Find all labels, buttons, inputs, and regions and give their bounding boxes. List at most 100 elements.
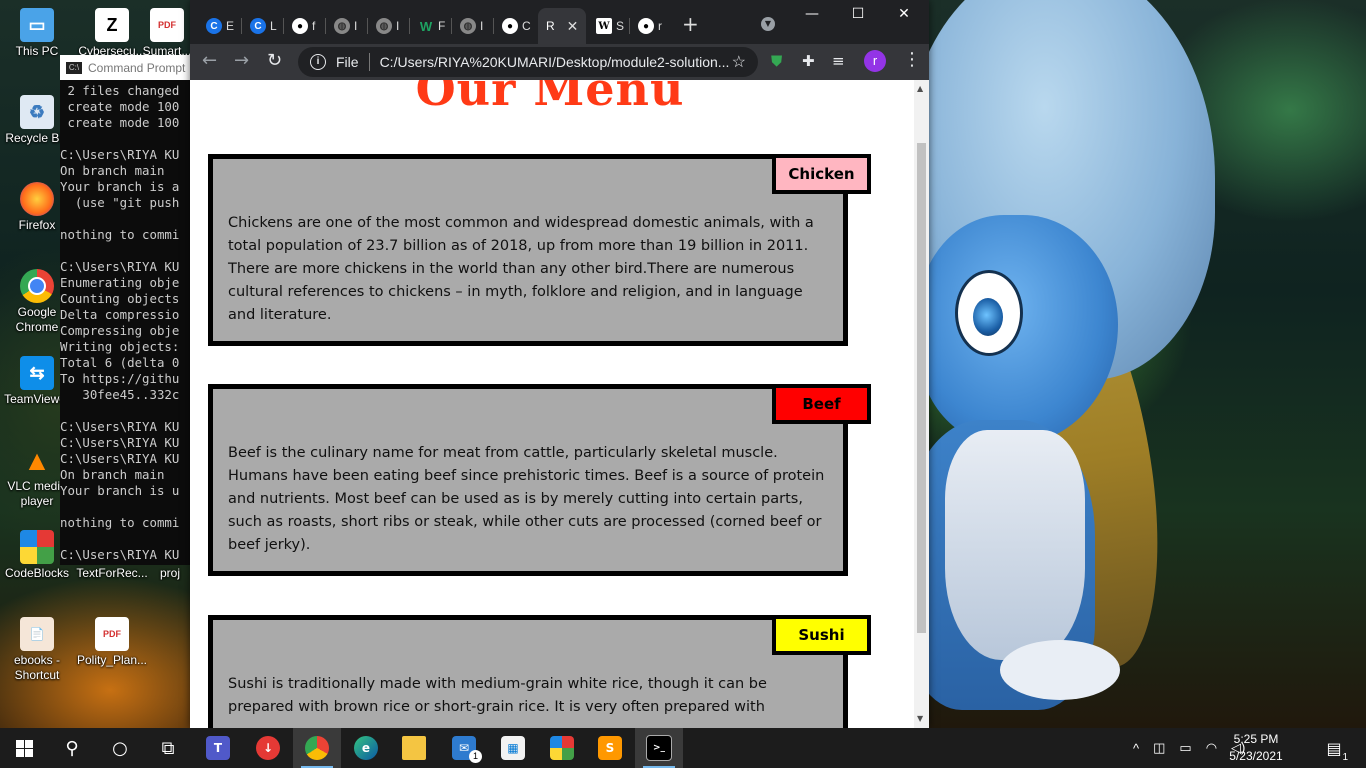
- maximize-icon[interactable]: ☐: [835, 6, 881, 22]
- globe-icon: ◍: [376, 18, 392, 34]
- taskbar-app-download[interactable]: ↓: [244, 728, 292, 768]
- taskbar-app-terminal[interactable]: >_: [635, 728, 683, 768]
- clock-date: 5/23/2021: [1229, 749, 1283, 763]
- chevron-up-icon[interactable]: ^: [1133, 741, 1139, 756]
- scrollbar-thumb[interactable]: [917, 143, 926, 633]
- scroll-down-icon[interactable]: ▼: [917, 714, 923, 723]
- battery-icon[interactable]: ▭: [1179, 740, 1191, 756]
- extensions-puzzle-icon[interactable]: ✚: [802, 52, 815, 70]
- edge-icon: e: [354, 736, 378, 760]
- download-icon: ↓: [256, 736, 280, 760]
- cortana-button[interactable]: ○: [96, 728, 144, 768]
- tab-4[interactable]: ◍ I: [326, 8, 368, 44]
- desktop-icon-this-pc[interactable]: ▭ This PC: [0, 8, 74, 59]
- new-tab-icon[interactable]: +: [682, 12, 699, 36]
- pdf-icon: PDF: [150, 8, 184, 42]
- back-icon[interactable]: ←: [202, 50, 217, 71]
- wallpaper-smurfette-iris: [973, 298, 1003, 336]
- desktop-icon-label: Polity_Plan...: [76, 653, 148, 667]
- globe-icon: ◍: [334, 18, 350, 34]
- tab-3[interactable]: ● f: [284, 8, 326, 44]
- command-prompt-line: Counting objects: [60, 291, 180, 306]
- browser-toolbar: ← → ↻ i File C:/Users/RIYA%20KUMARI/Desk…: [190, 44, 929, 80]
- command-prompt-line: C:\Users\RIYA KU: [60, 147, 180, 162]
- tab-2[interactable]: C L: [242, 8, 284, 44]
- taskbar-app-chrome[interactable]: [293, 728, 341, 768]
- desktop-icon-ebooks[interactable]: 📄 ebooks - Shortcut: [0, 617, 74, 683]
- info-icon[interactable]: i: [310, 54, 326, 70]
- wallpaper-smurfette-dress: [945, 430, 1085, 660]
- tab-title: L: [270, 19, 277, 33]
- taskbar-app-sublime[interactable]: S: [586, 728, 634, 768]
- menu-card-label: Beef: [772, 384, 871, 424]
- minimize-icon[interactable]: —: [789, 6, 835, 22]
- taskbar-app-file-explorer[interactable]: [390, 728, 438, 768]
- command-prompt-line: Compressing obje: [60, 323, 180, 338]
- command-prompt-line: [60, 211, 200, 227]
- taskbar-app-store[interactable]: ▦: [489, 728, 537, 768]
- task-view-button[interactable]: ⧉: [144, 728, 192, 768]
- taskbar-app-office[interactable]: [538, 728, 586, 768]
- bookmark-star-icon[interactable]: ☆: [732, 52, 746, 72]
- tab-7[interactable]: ◍ I: [452, 8, 494, 44]
- command-prompt-line: [60, 131, 200, 147]
- taskbar-app-teams[interactable]: T: [194, 728, 242, 768]
- browser-window[interactable]: C E C L ● f ◍ I ◍ I W F ◍ I ● C R ✕ W S …: [190, 0, 929, 728]
- tab-title: r: [658, 19, 662, 33]
- page-viewport[interactable]: Our Menu Chicken Chickens are one of the…: [190, 80, 929, 728]
- menu-card-text: Beef is the culinary name for meat from …: [228, 445, 825, 553]
- vlc-icon: ▲: [23, 444, 51, 476]
- c-icon: C: [250, 18, 266, 34]
- command-prompt-line: Total 6 (delta 0: [60, 355, 180, 370]
- forward-icon[interactable]: →: [234, 50, 249, 71]
- tab-title: I: [480, 19, 484, 33]
- shield-extension-icon[interactable]: ⛊: [771, 52, 782, 70]
- command-prompt-line: (use "git push: [60, 195, 180, 210]
- taskbar-app-mail[interactable]: ✉ 1: [440, 728, 488, 768]
- shortcut-icon: 📄: [20, 617, 54, 651]
- command-prompt-line: Enumerating obje: [60, 275, 180, 290]
- command-prompt-line: Your branch is u: [60, 483, 180, 498]
- tab-10[interactable]: W S: [588, 8, 630, 44]
- terminal-icon: C:\: [66, 61, 82, 74]
- github-icon: ●: [638, 18, 654, 34]
- desktop-icon-polity[interactable]: PDF Polity_Plan...: [75, 617, 149, 668]
- close-tab-icon[interactable]: ✕: [567, 18, 579, 35]
- search-button[interactable]: ⚲: [48, 728, 96, 768]
- profile-avatar[interactable]: r: [864, 50, 886, 72]
- clock[interactable]: 5:25 PM 5/23/2021: [1226, 731, 1286, 765]
- tab-5[interactable]: ◍ I: [368, 8, 410, 44]
- reload-icon[interactable]: ↻: [267, 50, 282, 71]
- tab-active[interactable]: R ✕: [538, 8, 586, 44]
- notification-center[interactable]: ▤ 1: [1310, 728, 1358, 768]
- meet-now-icon[interactable]: ◫: [1153, 740, 1165, 756]
- teamviewer-icon: ⇆: [20, 356, 54, 390]
- desktop-icon-label: ebooks - Shortcut: [13, 653, 61, 682]
- globe-icon: ◍: [460, 18, 476, 34]
- desktop-icon-cybersecurity[interactable]: Z Cybersecu...: [75, 8, 149, 59]
- command-prompt-line: C:\Users\RIYA KU: [60, 547, 180, 562]
- close-window-icon[interactable]: ✕: [881, 6, 927, 22]
- tab-6[interactable]: W F: [410, 8, 452, 44]
- tab-1[interactable]: C E: [198, 8, 242, 44]
- vertical-scrollbar[interactable]: ▲ ▼: [914, 80, 929, 728]
- tab-search-icon[interactable]: ▼: [761, 17, 775, 31]
- taskbar-app-edge[interactable]: e: [342, 728, 390, 768]
- command-prompt-window[interactable]: C:\ Command Prompt 2 files changed creat…: [60, 55, 200, 565]
- media-queue-icon[interactable]: ≡: [832, 52, 845, 70]
- command-prompt-line: 30fee45..332c: [60, 387, 180, 402]
- address-bar[interactable]: i File C:/Users/RIYA%20KUMARI/Desktop/mo…: [298, 47, 758, 77]
- start-button[interactable]: [0, 728, 48, 768]
- desktop-icon-pdf[interactable]: PDF Sumart...: [140, 8, 194, 59]
- wifi-icon[interactable]: ◠: [1206, 740, 1217, 756]
- tab-8[interactable]: ● C: [494, 8, 536, 44]
- scroll-up-icon[interactable]: ▲: [917, 84, 923, 93]
- desktop-icon-label: TextForRec...: [76, 566, 148, 580]
- command-prompt-line: C:\Users\RIYA KU: [60, 259, 180, 274]
- tab-11[interactable]: ● r: [630, 8, 672, 44]
- menu-kebab-icon[interactable]: ⋮: [903, 49, 921, 70]
- store-icon: ▦: [501, 736, 525, 760]
- address-separator: [368, 53, 370, 71]
- firefox-icon: [20, 182, 54, 216]
- command-prompt-titlebar[interactable]: C:\ Command Prompt: [60, 55, 200, 80]
